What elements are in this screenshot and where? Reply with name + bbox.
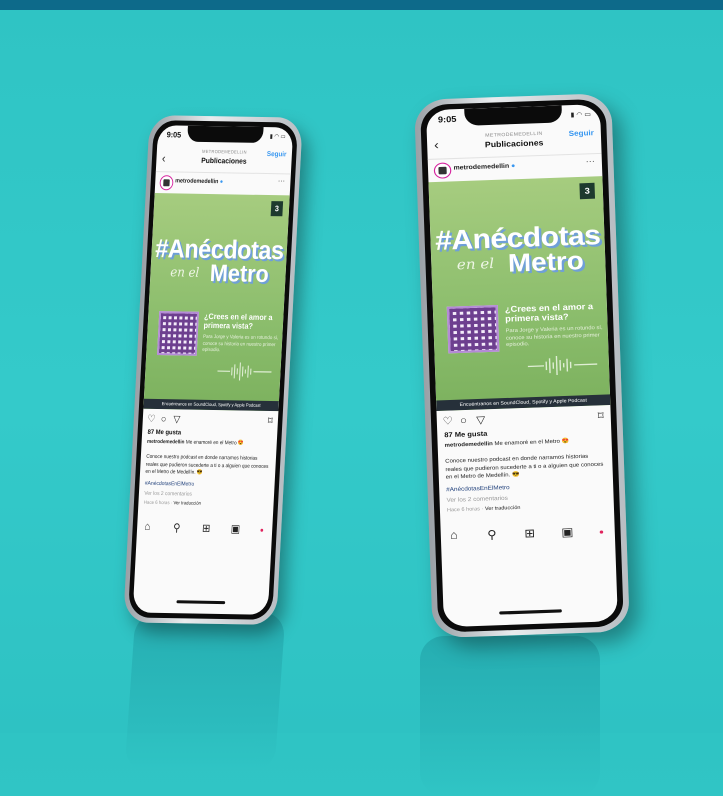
soundwave-icon [527, 355, 598, 376]
translate-link[interactable]: Ver traducción [173, 501, 201, 506]
view-comments-link[interactable]: Ver los 2 comentarios [144, 491, 192, 498]
post-footer: Encuéntranos en SoundCloud, Spotify y Ap… [143, 398, 279, 412]
qr-code [446, 304, 500, 354]
hashtag-link[interactable]: #AnécdotasEnElMetro [446, 485, 510, 494]
bottom-nav: ⌂ ⚲ ⊞ ▣ [440, 519, 615, 550]
reels-icon[interactable]: ▣ [561, 525, 574, 539]
post-metro-text: Metro [507, 246, 585, 279]
like-count[interactable]: 87 Me gusta [444, 430, 487, 439]
post-description: Para Jorge y Valeria es un rotundo sí, c… [202, 333, 279, 354]
home-icon[interactable]: ⌂ [450, 529, 458, 542]
caption-username[interactable]: metrodemedellin [445, 441, 493, 449]
post-script-text: en el [456, 256, 495, 274]
status-icons: ▮ ◠ ▭ [570, 111, 592, 119]
time-ago: Hace 6 horas [143, 500, 170, 507]
phone-reflection [420, 636, 600, 796]
phone-left: 9:05 ▮ ◠ ▭ ‹ METRODEMEDELLIN Publicacion… [123, 115, 303, 625]
post-description: Para Jorge y Valeria es un rotundo sí, c… [505, 324, 603, 349]
notch [464, 105, 563, 126]
caption-body: Conoce nuestro podcast en donde narramos… [445, 453, 604, 481]
metro-logo: 3 [270, 201, 284, 217]
post-author-row: metrodemedellin ● ··· [155, 171, 291, 195]
comment-icon[interactable]: ○ [460, 415, 467, 427]
status-icons: ▮ ◠ ▭ [269, 134, 286, 141]
time-ago: Hace 6 horas [446, 507, 481, 514]
username-link[interactable]: metrodemedellin ● [175, 178, 223, 185]
post-script-text: en el [169, 265, 200, 281]
bookmark-icon[interactable]: ⌑ [598, 411, 604, 423]
like-count[interactable]: 87 Me gusta [147, 429, 181, 437]
follow-button[interactable]: Seguir [569, 130, 595, 138]
soundwave-icon [217, 362, 272, 381]
share-icon[interactable]: ▽ [476, 415, 485, 427]
like-heart-icon[interactable]: ♡ [147, 414, 156, 425]
phone-reflection [124, 612, 286, 772]
caption-text: Me enamoré en el Metro 😍 [185, 439, 244, 447]
caption-username[interactable]: metrodemedellin [147, 439, 185, 446]
reels-icon[interactable]: ▣ [230, 522, 240, 535]
translate-link[interactable]: Ver traducción [485, 506, 521, 513]
post-meta: Hace 6 horas · Ver traducción [143, 500, 202, 507]
caption-body: Conoce nuestro podcast en donde narramos… [145, 453, 269, 476]
new-post-icon[interactable]: ⊞ [202, 522, 211, 535]
post-question: ¿Crees en el amor a primera vista? [504, 301, 594, 324]
avatar[interactable] [433, 162, 452, 179]
bookmark-icon[interactable]: ⌑ [268, 416, 273, 427]
view-comments-link[interactable]: Ver los 2 comentarios [446, 496, 508, 504]
search-icon[interactable]: ⚲ [173, 521, 181, 534]
top-bar [0, 0, 723, 10]
qr-code [157, 311, 199, 356]
home-indicator[interactable] [176, 600, 226, 605]
caption: metrodemedellin Me enamoré en el Metro 😍… [445, 437, 606, 482]
metro-logo: 3 [579, 182, 596, 200]
instagram-screen: 9:05 ▮ ◠ ▭ ‹ METRODEMEDELLIN Publicacion… [425, 104, 618, 628]
post-question: ¿Crees en el amor a primera vista? [203, 311, 273, 331]
home-indicator[interactable] [499, 609, 562, 615]
hashtag-link[interactable]: #AnécdotasEnElMetro [145, 481, 195, 488]
post-image[interactable]: 3 #Anécdotas en el Metro ¿Crees en el am… [143, 193, 290, 412]
like-heart-icon[interactable]: ♡ [442, 416, 453, 428]
avatar[interactable] [159, 175, 174, 191]
post-actions: ♡ ○ ▽ ⌑ [142, 411, 278, 431]
post-meta: Hace 6 horas · Ver traducción [446, 505, 521, 514]
more-options-icon[interactable]: ··· [278, 176, 286, 185]
follow-button[interactable]: Seguir [267, 151, 287, 158]
new-post-icon[interactable]: ⊞ [524, 526, 535, 540]
username: metrodemedellin [453, 163, 510, 172]
status-time: 9:05 [437, 114, 457, 125]
status-time: 9:05 [166, 130, 182, 140]
verified-icon: ● [219, 179, 224, 186]
phone-right: 9:05 ▮ ◠ ▭ ‹ METRODEMEDELLIN Publicacion… [414, 93, 630, 639]
post-actions: ♡ ○ ▽ ⌑ [437, 407, 612, 432]
verified-icon: ● [511, 163, 516, 170]
header: ‹ METRODEMEDELLIN Publicaciones Seguir [155, 145, 293, 175]
comment-icon[interactable]: ○ [161, 414, 167, 425]
username-link[interactable]: metrodemedellin ● [453, 163, 515, 172]
caption-text: Me enamoré en el Metro 😍 [494, 438, 570, 448]
notch [187, 125, 264, 143]
more-options-icon[interactable]: ··· [585, 156, 595, 166]
post-image[interactable]: 3 #Anécdotas en el Metro ¿Crees en el am… [428, 176, 611, 412]
post-metro-text: Metro [209, 260, 270, 288]
search-icon[interactable]: ⚲ [487, 528, 497, 542]
username: metrodemedellin [174, 178, 219, 186]
caption: metrodemedellin Me enamoré en el Metro 😍… [145, 439, 271, 479]
bottom-nav: ⌂ ⚲ ⊞ ▣ [136, 517, 272, 543]
home-icon[interactable]: ⌂ [144, 521, 151, 533]
share-icon[interactable]: ▽ [173, 414, 181, 425]
notification-dot [599, 530, 604, 534]
instagram-screen: 9:05 ▮ ◠ ▭ ‹ METRODEMEDELLIN Publicacion… [132, 125, 294, 615]
